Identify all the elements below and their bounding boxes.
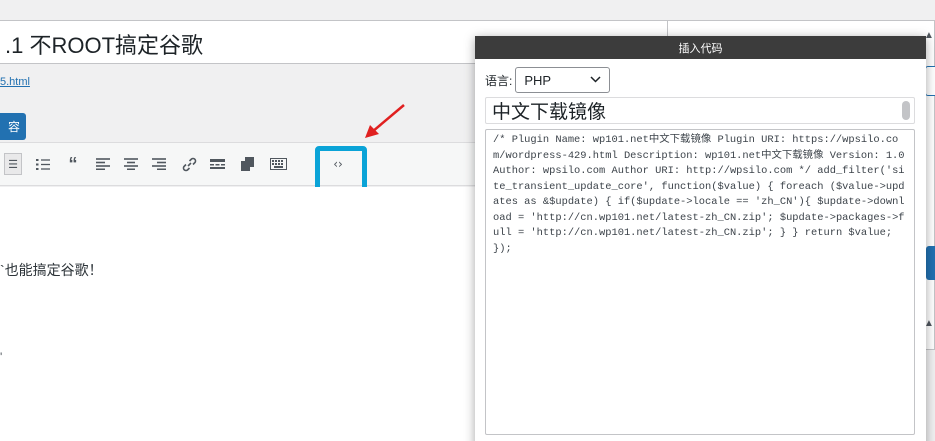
insert-code-dialog: 插入代码 语言: PHP 中文下载镜像 /* Plugin Name: wp10…	[475, 36, 926, 441]
align-center-icon[interactable]	[122, 153, 140, 175]
scrollbar-thumb[interactable]	[902, 101, 910, 120]
editor-content-text: `也能搞定谷歌！	[0, 262, 103, 278]
dialog-titlebar: 插入代码	[475, 36, 926, 59]
keyboard-icon[interactable]	[268, 153, 288, 175]
blockquote-icon[interactable]: “	[64, 153, 82, 175]
align-right-icon[interactable]	[150, 153, 168, 175]
language-label: 语言:	[485, 73, 513, 88]
align-left-icon[interactable]	[94, 153, 112, 175]
editor-content-area[interactable]	[0, 187, 478, 441]
language-select[interactable]: PHP	[515, 67, 611, 93]
numbered-list-icon[interactable]	[34, 153, 52, 175]
add-media-button[interactable]: 容	[0, 113, 26, 140]
chevron-down-icon	[590, 74, 601, 86]
bulleted-list-icon[interactable]: ☰	[4, 153, 22, 175]
read-more-icon[interactable]	[208, 153, 226, 175]
link-icon[interactable]	[180, 153, 198, 175]
red-arrow-icon	[365, 104, 405, 138]
close-icon[interactable]	[904, 39, 920, 55]
permalink-link[interactable]: 5.html	[0, 76, 30, 88]
code-textarea[interactable]: /* Plugin Name: wp101.net中文下载镜像 Plugin U…	[485, 129, 915, 435]
sidebar-publish-button[interactable]	[926, 246, 935, 280]
dialog-title: 插入代码	[678, 42, 723, 55]
snippet-title-text: 中文下载镜像	[492, 102, 607, 123]
snippet-title-input[interactable]: 中文下载镜像	[485, 97, 915, 124]
language-value: PHP	[524, 72, 552, 88]
toolbar-toggle-icon[interactable]	[238, 153, 256, 175]
screenshot-stage: .1 不ROOT搞定谷歌 5.html 容 ☰ “ ‹› `也能搞定谷歌！ ' …	[0, 0, 935, 441]
language-row: 语言: PHP	[485, 67, 611, 93]
editor-toolbar: ☰ “ ‹›	[0, 142, 478, 186]
editor-content-fragment: '	[0, 350, 3, 364]
sidebar-input[interactable]	[925, 66, 935, 96]
insert-code-highlight-box	[315, 146, 367, 192]
